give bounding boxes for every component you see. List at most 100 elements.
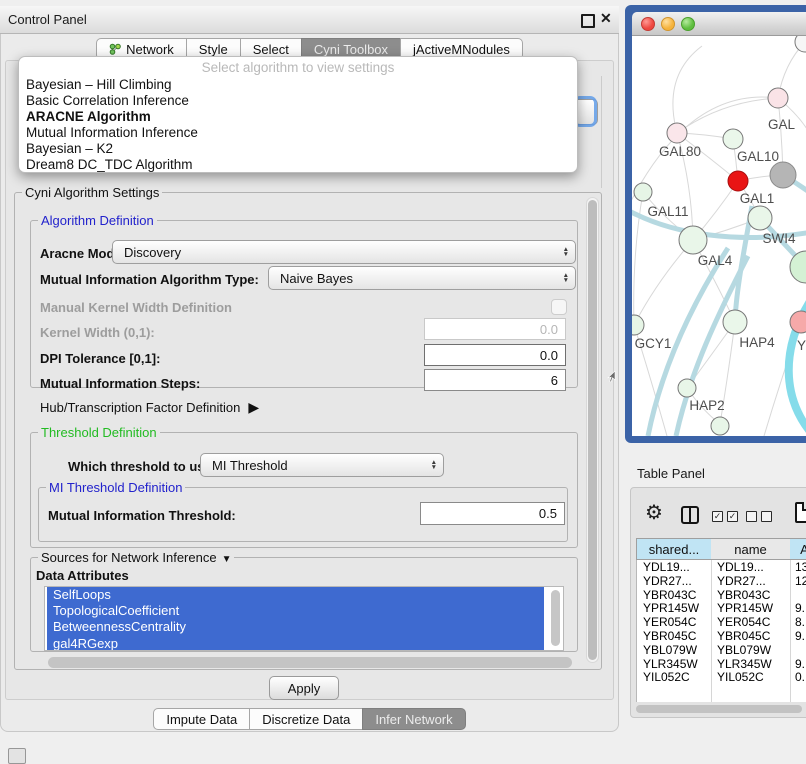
minimize-traffic-light-icon[interactable] (661, 17, 675, 31)
mi-threshold-field[interactable]: 0.5 (420, 502, 565, 525)
manual-kernel-width-label: Manual Kernel Width Definition (40, 300, 232, 315)
node-label: GAL4 (698, 253, 733, 268)
close-traffic-light-icon[interactable] (641, 17, 655, 31)
column-header-partial[interactable]: A (790, 538, 806, 560)
table-row[interactable]: YPR145WYPR145W9. (636, 602, 806, 616)
dropdown-item[interactable]: Dream8 DC_TDC Algorithm (19, 157, 577, 173)
node-gal11[interactable] (634, 183, 652, 201)
which-threshold-value: MI Threshold (212, 458, 288, 473)
manual-kernel-width-checkbox[interactable] (551, 299, 567, 315)
gear-icon[interactable]: ⚙ (645, 502, 663, 524)
bottom-tab-row: Impute Data Discretize Data Infer Networ… (0, 708, 619, 730)
mi-steps-field[interactable]: 6 (424, 369, 566, 391)
zoom-traffic-light-icon[interactable] (681, 17, 695, 31)
node-label: GAL11 (647, 204, 688, 219)
node-label: GAL (768, 117, 796, 132)
mi-algorithm-type-value: Naive Bayes (280, 271, 353, 286)
node-hap2[interactable] (678, 379, 696, 397)
combo-stepper-icon: ▲▼ (563, 241, 569, 263)
control-panel-title: Control Panel (8, 12, 87, 27)
mi-threshold-definition-title: MI Threshold Definition (46, 480, 185, 495)
node-label: GAL10 (737, 149, 779, 164)
node-gal1[interactable] (748, 206, 772, 230)
node-gal10[interactable] (723, 129, 743, 149)
column-header-shared-name[interactable]: shared... (636, 538, 712, 560)
dropdown-item[interactable]: Mutual Information Inference (19, 125, 577, 141)
group-border-fragment (601, 76, 602, 188)
table-row[interactable]: YBR045CYBR045C9. (636, 630, 806, 644)
dropdown-item[interactable]: Bayesian – K2 (19, 141, 577, 157)
dropdown-item[interactable]: Bayesian – Hill Climbing (19, 77, 577, 93)
node-unlabeled[interactable] (711, 417, 729, 435)
table-row[interactable]: YLR345WYLR345W9. (636, 658, 806, 672)
aracne-mode-select[interactable]: Discovery ▲▼ (112, 240, 576, 264)
kernel-width-field[interactable]: 0.0 (424, 318, 566, 340)
float-window-icon[interactable] (581, 14, 595, 28)
combo-stepper-icon: ▲▼ (563, 267, 569, 289)
sources-expander[interactable]: Sources for Network Inference▼ (38, 550, 234, 565)
which-threshold-select[interactable]: MI Threshold ▲▼ (200, 453, 444, 477)
node-gal-partial[interactable] (768, 88, 788, 108)
deselect-all-icon[interactable] (761, 511, 772, 522)
tab-infer-network[interactable]: Infer Network (362, 708, 465, 730)
table-row[interactable]: YBR043CYBR043C (636, 589, 806, 603)
table-row[interactable]: YIL052CYIL052C0. (636, 671, 806, 683)
node-unlabeled[interactable] (795, 36, 806, 52)
tab-jactivemnodules-label: jActiveMNodules (413, 42, 510, 57)
list-item[interactable]: gal4RGexp (47, 636, 544, 651)
table-row[interactable]: YDR27...YDR27...12 (636, 575, 806, 589)
mi-steps-label: Mutual Information Steps: (40, 376, 200, 391)
tab-impute-data[interactable]: Impute Data (153, 708, 250, 730)
algorithm-definition-title: Algorithm Definition (38, 213, 157, 228)
list-item[interactable]: TopologicalCoefficient (47, 603, 544, 619)
node-label: GCY1 (635, 336, 672, 351)
mi-algorithm-type-label: Mutual Information Algorithm Type: (40, 272, 259, 287)
hub-definition-expander[interactable]: Hub/Transcription Factor Definition ▶ (40, 399, 259, 416)
list-scrollbar[interactable] (551, 590, 560, 646)
table-row[interactable]: YBL079WYBL079W (636, 644, 806, 658)
new-table-icon[interactable] (795, 502, 806, 523)
close-icon[interactable]: ✕ (600, 10, 612, 27)
node-gal80[interactable] (667, 123, 687, 143)
hub-definition-label: Hub/Transcription Factor Definition (40, 400, 240, 415)
apply-button[interactable]: Apply (269, 676, 339, 700)
column-header-name[interactable]: name (711, 538, 791, 560)
node-gcy1[interactable] (632, 315, 644, 335)
columns-icon[interactable] (681, 506, 699, 524)
select-all-icon[interactable]: ✓ (712, 511, 723, 522)
node-gray[interactable] (770, 162, 796, 188)
sources-title: Sources for Network Inference (41, 550, 217, 565)
network-canvas[interactable]: GAL GAL80 GAL10 GAL1 GAL11 SWI4 GAL4 GCY… (632, 36, 806, 436)
dropdown-item-selected[interactable]: ARACNE Algorithm (19, 109, 577, 125)
tab-discretize-data[interactable]: Discretize Data (249, 708, 363, 730)
table-row[interactable]: YDL19...YDL19...13 (636, 561, 806, 575)
node-label: GAL1 (740, 191, 775, 206)
table-panel-title: Table Panel (637, 466, 705, 481)
settings-vertical-scrollbar[interactable] (586, 197, 599, 663)
table-horizontal-scrollbar[interactable] (636, 705, 802, 713)
select-all-icon[interactable]: ✓ (727, 511, 738, 522)
cyni-algorithm-settings-title: Cyni Algorithm Settings (22, 185, 162, 200)
dropdown-item[interactable]: Basic Correlation Inference (19, 93, 577, 109)
node-label: Y (797, 338, 806, 353)
node-label: HAP4 (739, 335, 775, 350)
tab-discretize-data-label: Discretize Data (262, 712, 350, 727)
node-red[interactable] (728, 171, 748, 191)
dpi-tolerance-field[interactable]: 0.0 (424, 344, 566, 366)
tab-cyni-toolbox-label: Cyni Toolbox (314, 42, 388, 57)
list-item[interactable]: SelfLoops (47, 587, 544, 603)
tab-select-label: Select (253, 42, 289, 57)
deselect-all-icon[interactable] (746, 511, 757, 522)
network-window-titlebar[interactable] (632, 12, 806, 36)
column-divider (711, 560, 712, 702)
data-attributes-list[interactable]: SelfLoops TopologicalCoefficient Between… (44, 586, 564, 651)
node-hap4[interactable] (723, 310, 747, 334)
node-gal4[interactable] (679, 226, 707, 254)
list-item[interactable]: BetweennessCentrality (47, 619, 544, 635)
table-row[interactable]: YER054CYER054C8. (636, 616, 806, 630)
algorithm-dropdown: Select algorithm to view settings Bayesi… (18, 56, 578, 173)
data-attributes-label: Data Attributes (36, 568, 129, 583)
settings-horizontal-scrollbar[interactable] (48, 657, 572, 668)
mi-algorithm-type-select[interactable]: Naive Bayes ▲▼ (268, 266, 576, 290)
mouse-cursor (607, 370, 616, 388)
